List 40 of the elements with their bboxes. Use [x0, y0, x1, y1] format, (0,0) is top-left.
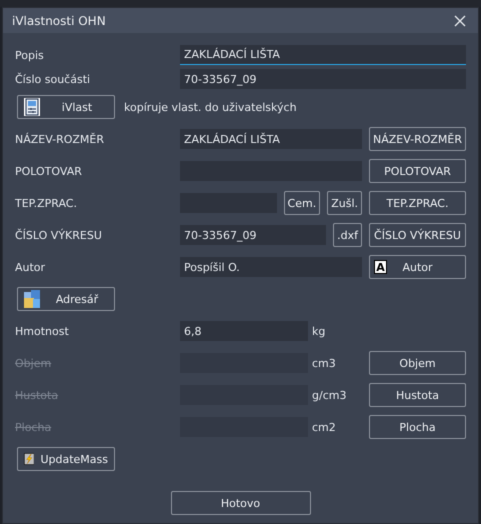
field-label: Popis [15, 48, 45, 62]
window-title: iVlastnosti OHN [12, 14, 106, 28]
unit-label: cm3 [311, 356, 337, 370]
text-field[interactable]: Pospíšil O. [180, 257, 362, 277]
text-field[interactable]: 6,8 [180, 321, 308, 341]
letter-icon: A [374, 260, 387, 274]
text-field[interactable]: ZAKLÁDACÍ LIŠTA [180, 45, 466, 65]
unit-label: cm2 [311, 420, 337, 434]
done-button[interactable]: Hotovo [170, 491, 310, 515]
field-label: Plocha [15, 420, 52, 434]
field-label: TEP.ZPRAC. [15, 196, 78, 210]
field-label: NÁZEV-ROZMĚR [15, 132, 106, 146]
property-button[interactable]: POLOTOVAR [369, 159, 466, 183]
field-label: Hmotnost [15, 324, 70, 338]
ivlast-button[interactable]: iVlast [17, 95, 115, 119]
field-label: POLOTOVAR [15, 164, 83, 178]
folder-button[interactable]: Adresář [17, 287, 115, 311]
small-button[interactable]: Zušl. [327, 191, 362, 215]
field-label: ČÍSLO VÝKRESU [15, 228, 103, 242]
unit-label: g/cm3 [311, 388, 348, 402]
field-label: Autor [15, 260, 46, 274]
form-icon [24, 98, 40, 116]
small-button[interactable]: .dxf [333, 223, 362, 247]
update-mass-button[interactable]: UpdateMass [17, 447, 115, 471]
folder-icon [24, 290, 40, 308]
property-button[interactable]: ČÍSLO VÝKRESU [369, 223, 466, 247]
text-field[interactable]: 70-33567_09 [180, 225, 326, 245]
field-label: Číslo součásti [15, 72, 92, 86]
small-button[interactable]: Cem. [284, 191, 320, 215]
property-button[interactable]: NÁZEV-ROZMĚR [369, 127, 466, 151]
property-button[interactable]: TEP.ZPRAC. [369, 191, 466, 215]
field-label: Objem [15, 356, 52, 370]
hint-text: kopíruje vlast. do uživatelských [124, 100, 297, 114]
close-icon[interactable] [454, 14, 466, 26]
unit-label: kg [311, 324, 326, 338]
text-field[interactable]: 70-33567_09 [180, 69, 466, 89]
field-label: Hustota [15, 388, 60, 402]
lightning-icon [24, 450, 34, 468]
text-field[interactable]: ZAKLÁDACÍ LIŠTA [180, 129, 362, 149]
property-button[interactable]: A Autor [369, 255, 466, 279]
